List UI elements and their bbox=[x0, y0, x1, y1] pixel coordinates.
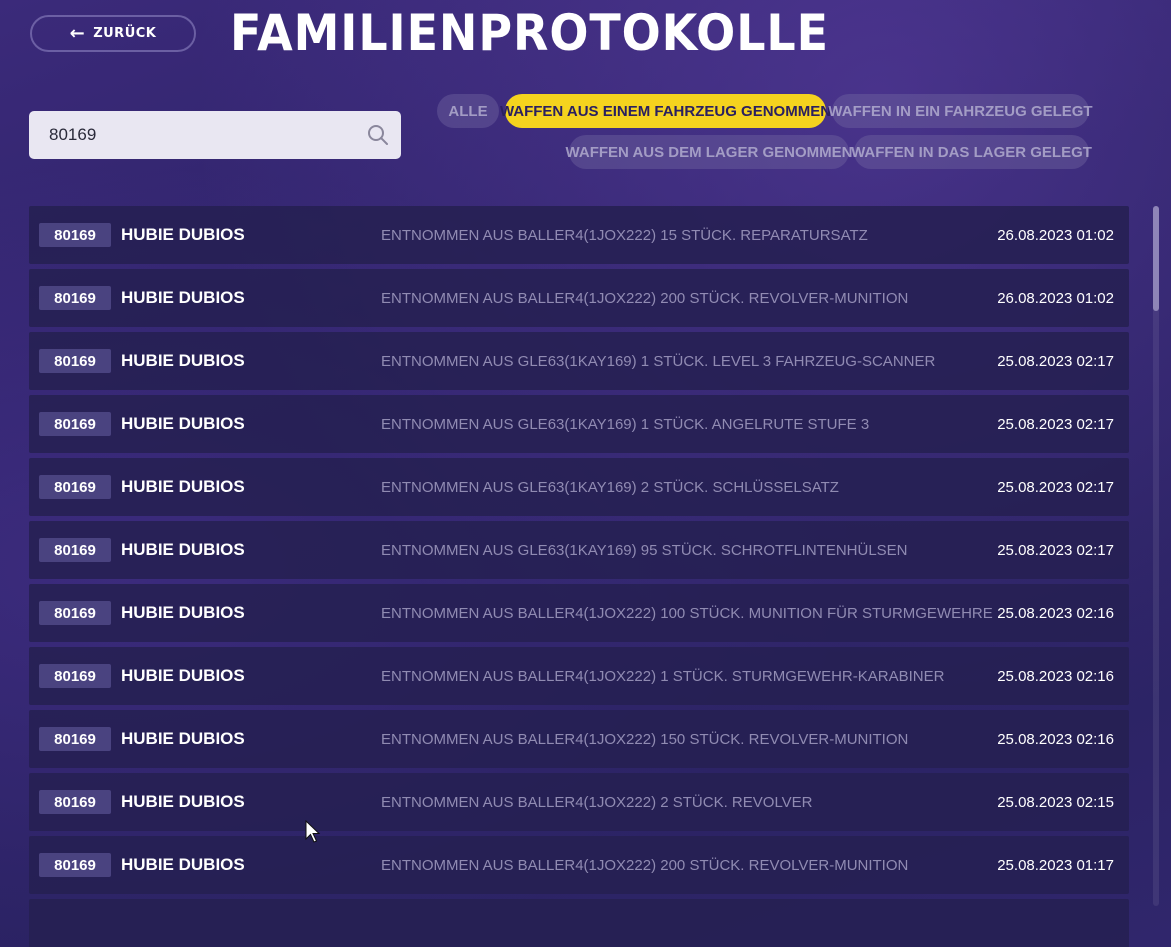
search-bar[interactable] bbox=[29, 111, 401, 159]
mouse-cursor-icon bbox=[305, 820, 321, 843]
player-name: HUBIE DUBIOS bbox=[121, 288, 245, 307]
player-name: HUBIE DUBIOS bbox=[121, 729, 245, 748]
filter-chip-label: WAFFEN AUS EINEM FAHRZEUG GENOMMEN bbox=[499, 102, 832, 120]
log-row[interactable]: 80169 HUBIE DUBIOS ENTNOMMEN AUS BALLER4… bbox=[29, 269, 1129, 327]
player-id-badge: 80169 bbox=[39, 223, 111, 247]
log-description: ENTNOMMEN AUS GLE63(1KAY169) 95 STÜCK. S… bbox=[381, 542, 908, 559]
log-row[interactable]: 80169 HUBIE DUBIOS ENTNOMMEN AUS BALLER4… bbox=[29, 710, 1129, 768]
log-description: ENTNOMMEN AUS BALLER4(1JOX222) 15 STÜCK.… bbox=[381, 227, 868, 244]
log-timestamp: 25.08.2023 02:17 bbox=[997, 416, 1114, 433]
search-input[interactable] bbox=[47, 124, 367, 146]
log-timestamp: 25.08.2023 02:16 bbox=[997, 731, 1114, 748]
player-id-badge: 80169 bbox=[39, 853, 111, 877]
log-row[interactable]: 80169 HUBIE DUBIOS ENTNOMMEN AUS GLE63(1… bbox=[29, 458, 1129, 516]
log-timestamp: 25.08.2023 02:16 bbox=[997, 605, 1114, 622]
player-id-badge: 80169 bbox=[39, 475, 111, 499]
filter-chip-label: WAFFEN AUS DEM LAGER GENOMMEN bbox=[565, 143, 853, 161]
filter-chip-label: ALLE bbox=[448, 102, 488, 120]
player-name: HUBIE DUBIOS bbox=[121, 351, 245, 370]
player-id-badge: 80169 bbox=[39, 727, 111, 751]
log-timestamp: 25.08.2023 02:17 bbox=[997, 479, 1114, 496]
log-row[interactable]: 80169 HUBIE DUBIOS ENTNOMMEN AUS BALLER4… bbox=[29, 206, 1129, 264]
log-timestamp: 26.08.2023 01:02 bbox=[997, 290, 1114, 307]
log-description: ENTNOMMEN AUS BALLER4(1JOX222) 200 STÜCK… bbox=[381, 857, 909, 874]
log-timestamp: 25.08.2023 02:17 bbox=[997, 542, 1114, 559]
player-name: HUBIE DUBIOS bbox=[121, 540, 245, 559]
scrollbar-thumb[interactable] bbox=[1153, 206, 1159, 311]
player-name: HUBIE DUBIOS bbox=[121, 666, 245, 685]
filter-chip-vehicle-taken[interactable]: WAFFEN AUS EINEM FAHRZEUG GENOMMEN bbox=[500, 94, 831, 128]
log-description: ENTNOMMEN AUS GLE63(1KAY169) 1 STÜCK. AN… bbox=[381, 416, 870, 433]
player-name: HUBIE DUBIOS bbox=[121, 792, 245, 811]
log-description: ENTNOMMEN AUS BALLER4(1JOX222) 150 STÜCK… bbox=[381, 731, 909, 748]
player-id-badge: 80169 bbox=[39, 538, 111, 562]
log-row[interactable]: 80169 HUBIE DUBIOS ENTNOMMEN AUS BALLER4… bbox=[29, 836, 1129, 894]
player-name: HUBIE DUBIOS bbox=[121, 603, 245, 622]
log-row[interactable]: 80169 HUBIE DUBIOS ENTNOMMEN AUS GLE63(1… bbox=[29, 395, 1129, 453]
player-id-badge: 80169 bbox=[39, 790, 111, 814]
arrow-left-icon: ← bbox=[69, 22, 86, 44]
log-description: ENTNOMMEN AUS GLE63(1KAY169) 2 STÜCK. SC… bbox=[381, 479, 839, 496]
log-description: ENTNOMMEN AUS BALLER4(1JOX222) 1 STÜCK. … bbox=[381, 668, 945, 685]
log-description: ENTNOMMEN AUS GLE63(1KAY169) 1 STÜCK. LE… bbox=[381, 353, 936, 370]
player-id-badge: 80169 bbox=[39, 286, 111, 310]
filter-chip-label: WAFFEN IN EIN FAHRZEUG GELEGT bbox=[828, 102, 1093, 120]
log-row[interactable]: 80169 HUBIE DUBIOS ENTNOMMEN AUS GLE63(1… bbox=[29, 521, 1129, 579]
log-row-partial[interactable] bbox=[29, 899, 1129, 947]
log-description: ENTNOMMEN AUS BALLER4(1JOX222) 200 STÜCK… bbox=[381, 290, 909, 307]
player-id-badge: 80169 bbox=[39, 664, 111, 688]
log-list[interactable]: 80169 HUBIE DUBIOS ENTNOMMEN AUS BALLER4… bbox=[29, 206, 1129, 947]
log-description: ENTNOMMEN AUS BALLER4(1JOX222) 2 STÜCK. … bbox=[381, 794, 813, 811]
filter-chip-storage-taken[interactable]: WAFFEN AUS DEM LAGER GENOMMEN bbox=[566, 135, 852, 169]
log-timestamp: 26.08.2023 01:02 bbox=[997, 227, 1114, 244]
page-title: FAMILIENPROTOKOLLE bbox=[230, 4, 830, 62]
player-name: HUBIE DUBIOS bbox=[121, 855, 245, 874]
log-row[interactable]: 80169 HUBIE DUBIOS ENTNOMMEN AUS BALLER4… bbox=[29, 773, 1129, 831]
log-timestamp: 25.08.2023 02:16 bbox=[997, 668, 1114, 685]
log-description: ENTNOMMEN AUS BALLER4(1JOX222) 100 STÜCK… bbox=[381, 605, 993, 622]
back-button-label: ZURÜCK bbox=[93, 26, 157, 41]
log-row[interactable]: 80169 HUBIE DUBIOS ENTNOMMEN AUS BALLER4… bbox=[29, 584, 1129, 642]
back-button[interactable]: ← ZURÜCK bbox=[30, 15, 196, 52]
log-timestamp: 25.08.2023 02:17 bbox=[997, 353, 1114, 370]
player-id-badge: 80169 bbox=[39, 349, 111, 373]
player-id-badge: 80169 bbox=[39, 412, 111, 436]
player-name: HUBIE DUBIOS bbox=[121, 477, 245, 496]
list-scrollbar[interactable] bbox=[1153, 206, 1159, 906]
filter-chip-alle[interactable]: ALLE bbox=[437, 94, 499, 128]
player-id-badge: 80169 bbox=[39, 601, 111, 625]
log-row[interactable]: 80169 HUBIE DUBIOS ENTNOMMEN AUS GLE63(1… bbox=[29, 332, 1129, 390]
player-name: HUBIE DUBIOS bbox=[121, 414, 245, 433]
filter-chip-label: WAFFEN IN DAS LAGER GELEGT bbox=[851, 143, 1092, 161]
player-name: HUBIE DUBIOS bbox=[121, 225, 245, 244]
filter-chip-storage-placed[interactable]: WAFFEN IN DAS LAGER GELEGT bbox=[851, 135, 1092, 169]
filter-chip-vehicle-placed[interactable]: WAFFEN IN EIN FAHRZEUG GELEGT bbox=[828, 94, 1093, 128]
log-row[interactable]: 80169 HUBIE DUBIOS ENTNOMMEN AUS BALLER4… bbox=[29, 647, 1129, 705]
log-timestamp: 25.08.2023 01:17 bbox=[997, 857, 1114, 874]
search-icon[interactable] bbox=[367, 124, 389, 146]
log-timestamp: 25.08.2023 02:15 bbox=[997, 794, 1114, 811]
